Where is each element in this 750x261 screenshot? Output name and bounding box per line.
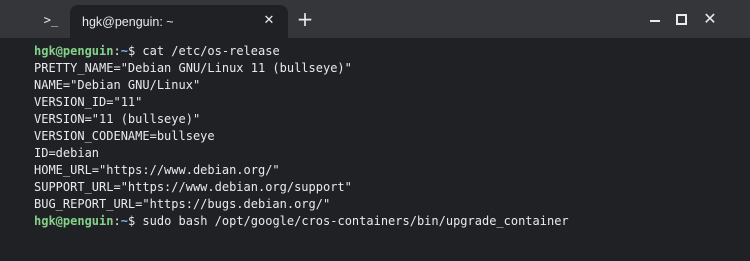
output-line: SUPPORT_URL="https://www.debian.org/supp…	[34, 180, 352, 194]
maximize-icon[interactable]	[671, 9, 691, 29]
terminal-prompt-icon: >_	[43, 13, 59, 27]
new-tab-button[interactable]: +	[295, 8, 315, 30]
output-line: BUG_REPORT_URL="https://bugs.debian.org/…	[34, 197, 331, 211]
prompt-path: ~	[120, 214, 128, 228]
prompt-sign: $	[127, 44, 143, 58]
tab-title: hgk@penguin: ~	[82, 15, 174, 29]
command-text: sudo bash /opt/google/cros-containers/bi…	[142, 214, 569, 228]
tab-terminal[interactable]: hgk@penguin: ~ ✕	[70, 5, 288, 38]
prompt-user-host: hgk@penguin	[34, 44, 114, 58]
output-line: ID=debian	[34, 146, 100, 160]
output-line: NAME="Debian GNU/Linux"	[34, 78, 201, 92]
output-line: VERSION_ID="11"	[34, 95, 143, 109]
prompt-user-host: hgk@penguin	[34, 214, 114, 228]
title-bar: >_ hgk@penguin: ~ ✕ + ✕	[0, 0, 750, 38]
prompt-colon: :	[113, 214, 121, 228]
prompt-line: hgk@penguin:~$ sudo bash /opt/google/cro…	[34, 213, 569, 230]
output-line: VERSION_CODENAME=bullseye	[34, 129, 215, 143]
output-line: VERSION="11 (bullseye)"	[34, 112, 201, 126]
output-line: PRETTY_NAME="Debian GNU/Linux 11 (bullse…	[34, 61, 352, 75]
prompt-colon: :	[113, 44, 121, 58]
prompt-path: ~	[120, 44, 128, 58]
command-text: cat /etc/os-release	[142, 44, 280, 58]
output-line: HOME_URL="https://www.debian.org/"	[34, 163, 280, 177]
minimize-icon[interactable]	[645, 9, 665, 29]
terminal-output[interactable]: hgk@penguin:~$ cat /etc/os-release PRETT…	[0, 38, 750, 261]
terminal-window: >_ hgk@penguin: ~ ✕ + ✕ hgk@penguin:~$ c…	[0, 0, 750, 261]
prompt-line: hgk@penguin:~$ cat /etc/os-release	[34, 43, 280, 60]
prompt-sign: $	[127, 214, 143, 228]
close-window-icon[interactable]: ✕	[700, 9, 720, 29]
close-tab-icon[interactable]: ✕	[262, 14, 276, 28]
